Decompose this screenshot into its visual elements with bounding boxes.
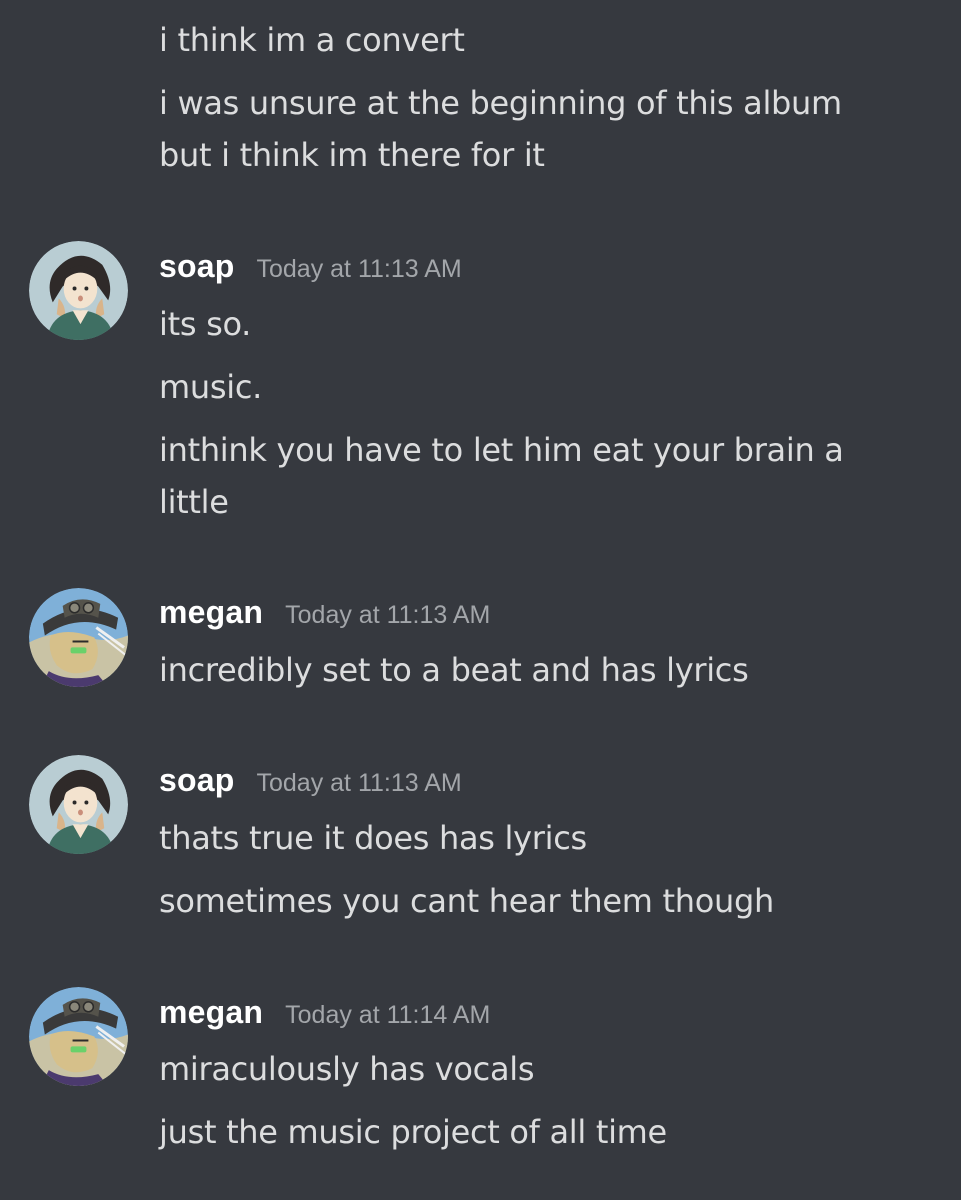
message-line[interactable]: inthink you have to let him eat your bra… bbox=[159, 424, 844, 476]
message-line[interactable]: sometimes you cant hear them though bbox=[159, 875, 774, 927]
timestamp[interactable]: Today at 11:13 AM bbox=[285, 601, 490, 630]
timestamp[interactable]: Today at 11:14 AM bbox=[285, 1001, 490, 1030]
message-line[interactable]: but i think im there for it bbox=[159, 129, 545, 181]
message-line[interactable]: music. bbox=[159, 361, 262, 413]
avatar[interactable] bbox=[29, 987, 128, 1086]
avatar[interactable] bbox=[29, 588, 128, 687]
message-header: soap Today at 11:13 AM bbox=[159, 762, 462, 806]
chat-message-list: i think im a convert i was unsure at the… bbox=[0, 0, 961, 1200]
username[interactable]: megan bbox=[159, 594, 263, 631]
message-header: megan Today at 11:14 AM bbox=[159, 994, 490, 1038]
message-line[interactable]: thats true it does has lyrics bbox=[159, 812, 587, 864]
message-header: megan Today at 11:13 AM bbox=[159, 594, 490, 638]
message-line[interactable]: miraculously has vocals bbox=[159, 1043, 535, 1095]
username[interactable]: megan bbox=[159, 994, 263, 1031]
message-line[interactable]: just the music project of all time bbox=[159, 1106, 667, 1158]
message-line[interactable]: little bbox=[159, 476, 229, 528]
message-header: soap Today at 11:13 AM bbox=[159, 248, 462, 292]
timestamp[interactable]: Today at 11:13 AM bbox=[257, 255, 462, 284]
message-line[interactable]: i was unsure at the beginning of this al… bbox=[159, 77, 842, 129]
avatar[interactable] bbox=[29, 241, 128, 340]
avatar[interactable] bbox=[29, 755, 128, 854]
message-line[interactable]: its so. bbox=[159, 298, 251, 350]
timestamp[interactable]: Today at 11:13 AM bbox=[257, 769, 462, 798]
girl-portrait-avatar-icon bbox=[29, 755, 128, 854]
message-line[interactable]: i think im a convert bbox=[159, 14, 465, 66]
username[interactable]: soap bbox=[159, 248, 235, 285]
girl-portrait-avatar-icon bbox=[29, 241, 128, 340]
hat-character-avatar-icon bbox=[29, 588, 128, 687]
message-line[interactable]: incredibly set to a beat and has lyrics bbox=[159, 644, 749, 696]
hat-character-avatar-icon bbox=[29, 987, 128, 1086]
username[interactable]: soap bbox=[159, 762, 235, 799]
